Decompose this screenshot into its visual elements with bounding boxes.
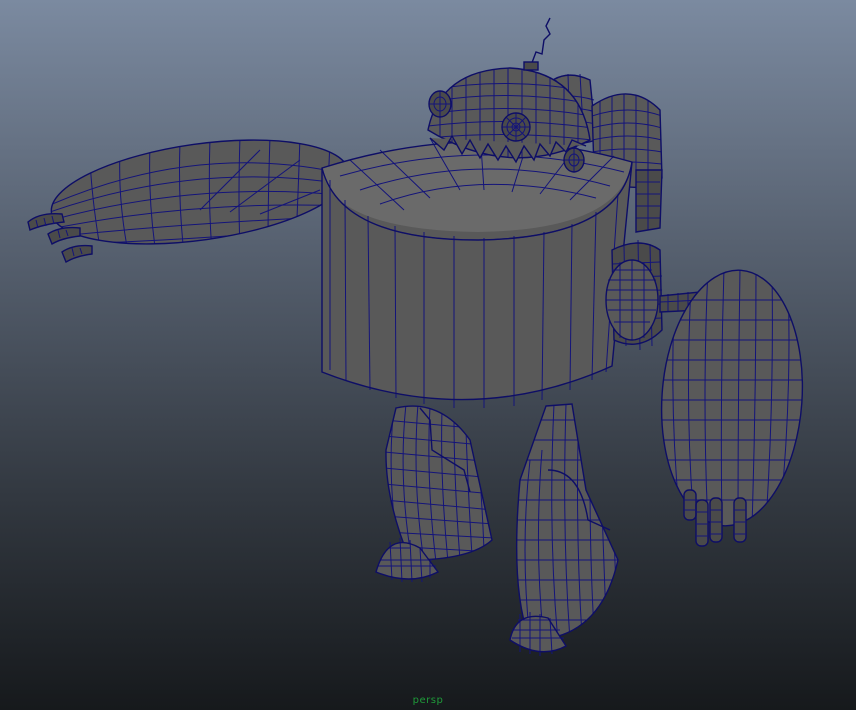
body-cylinder-mesh[interactable] bbox=[321, 131, 633, 408]
perspective-viewport[interactable]: persp bbox=[0, 0, 856, 710]
eye-back-left bbox=[428, 90, 452, 118]
left-leg-mesh[interactable] bbox=[375, 404, 494, 583]
right-hand-fingers[interactable] bbox=[683, 489, 747, 547]
eye-left bbox=[501, 112, 531, 142]
right-leg-mesh[interactable] bbox=[509, 403, 620, 656]
left-arm-mesh[interactable] bbox=[27, 124, 355, 264]
eye-right bbox=[563, 147, 585, 173]
robot-model[interactable] bbox=[0, 0, 856, 710]
antenna bbox=[529, 17, 551, 69]
camera-name-label: persp bbox=[412, 695, 444, 706]
